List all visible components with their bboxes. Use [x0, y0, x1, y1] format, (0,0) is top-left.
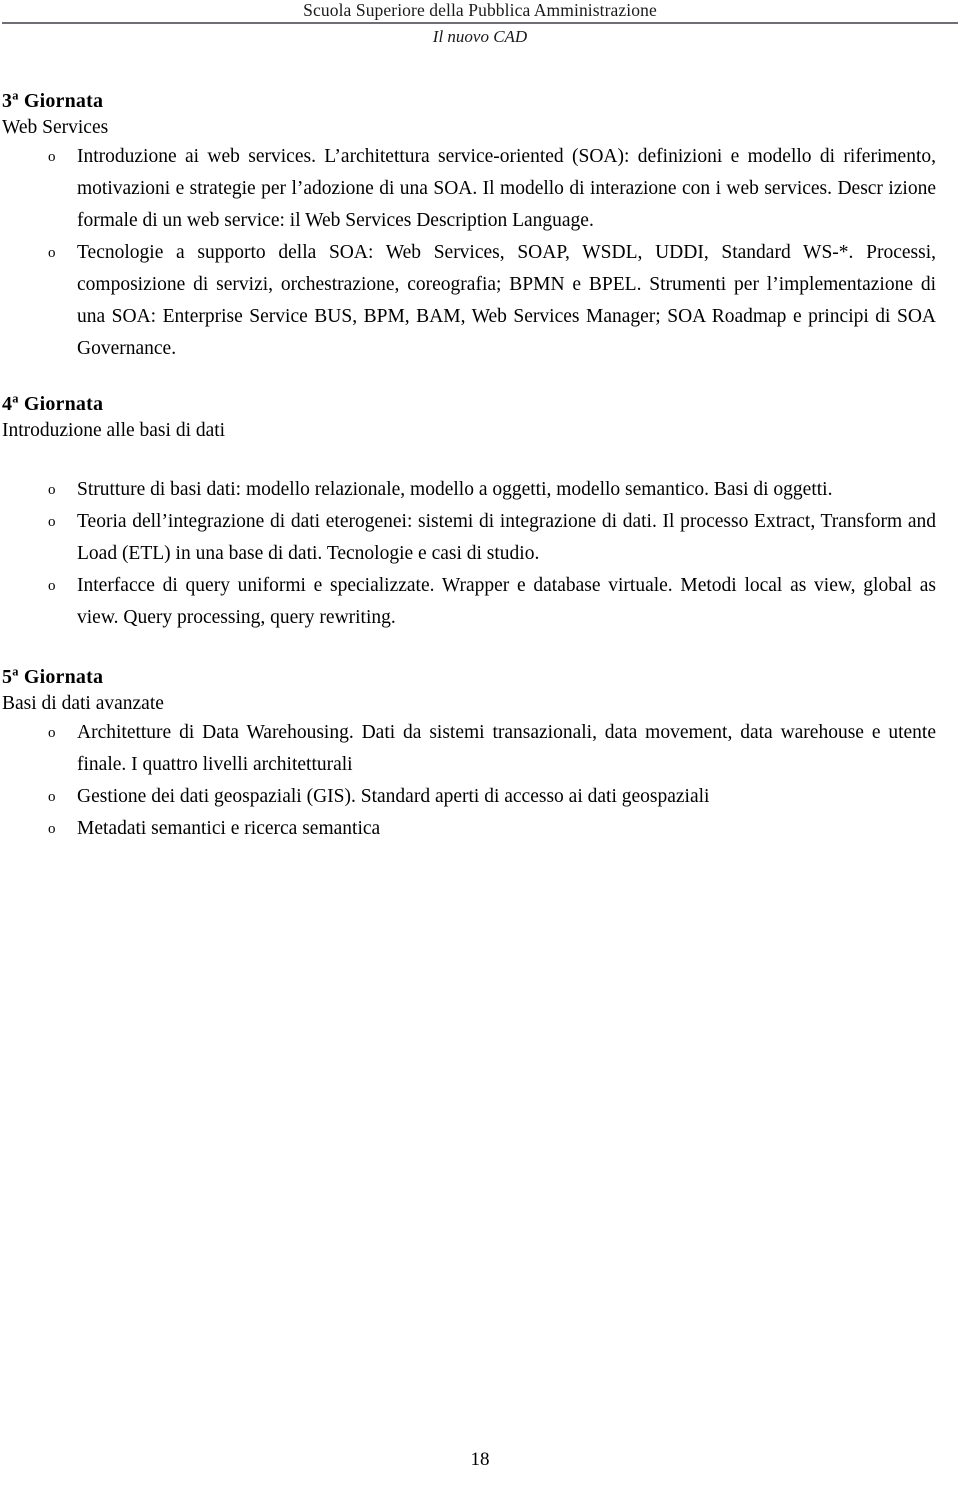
- section-heading: 5a Giornata: [2, 664, 936, 690]
- list-item: o Introduzione ai web services. L’archite…: [2, 141, 936, 237]
- section-giornata-4: 4a Giornata Introduzione alle basi di da…: [2, 391, 936, 634]
- bullet-marker-icon: o: [48, 245, 56, 261]
- section-subtitle: Introduzione alle basi di dati: [2, 420, 226, 441]
- header-document-title: Il nuovo CAD: [432, 27, 528, 46]
- list-item-text: Gestione dei dati geospaziali (GIS). Sta…: [77, 786, 710, 807]
- bullet-marker-icon: o: [48, 482, 56, 498]
- bullet-marker-icon: o: [48, 821, 56, 837]
- section-heading: 3a Giornata: [2, 88, 936, 114]
- list-item-text: Teoria dell’integrazione di dati eteroge…: [77, 511, 936, 564]
- page-number: 18: [470, 1449, 490, 1470]
- list-item: o Teoria dell’integrazione di dati eterog…: [2, 506, 936, 570]
- document-page: Scuola Superiore della Pubblica Amminist…: [0, 0, 960, 1485]
- section-heading-word: Giornata: [23, 666, 104, 688]
- section-heading-word: Giornata: [23, 393, 104, 415]
- list-item: o Interfacce di query uniformi e speciali…: [2, 570, 936, 634]
- list-item-text: Metadati semantici e ricerca semantica: [77, 818, 381, 839]
- list-item-text: Interfacce di query uniformi e specializ…: [77, 575, 936, 628]
- section-bullet-list: o Architetture di Data Warehousing. Dati …: [2, 717, 936, 845]
- section-heading-ordinal: a: [12, 391, 19, 406]
- list-item: o Gestione dei dati geospaziali (GIS). St…: [2, 781, 936, 813]
- section-heading-ordinal: a: [12, 664, 19, 679]
- section-subtitle: Web Services: [2, 117, 109, 138]
- section-heading: 4a Giornata: [2, 391, 936, 417]
- list-item: o Architetture di Data Warehousing. Dati …: [2, 717, 936, 781]
- list-item-text: Tecnologie a supporto della SOA: Web Ser…: [77, 242, 936, 359]
- running-header: Scuola Superiore della Pubblica Amminist…: [0, 0, 960, 48]
- section-heading-number: 3: [2, 90, 13, 112]
- bullet-marker-icon: o: [48, 789, 56, 805]
- list-item-text: Strutture di basi dati: modello relazion…: [77, 479, 833, 500]
- section-heading-ordinal: a: [12, 88, 19, 103]
- section-giornata-3: 3a Giornata Web Services o Introduzione a…: [2, 88, 936, 365]
- bullet-marker-icon: o: [48, 514, 56, 530]
- section-heading-number: 5: [2, 666, 13, 688]
- section-giornata-5: 5a Giornata Basi di dati avanzate o Archi…: [2, 664, 936, 845]
- section-bullet-list: o Introduzione ai web services. L’archite…: [2, 141, 936, 365]
- list-item: o Metadati semantici e ricerca semantica: [2, 813, 936, 845]
- list-item-text: Introduzione ai web services. L’architet…: [77, 146, 936, 231]
- section-bullet-list: o Strutture di basi dati: modello relazio…: [2, 474, 936, 634]
- list-item: o Tecnologie a supporto della SOA: Web Se…: [2, 237, 936, 365]
- section-subtitle: Basi di dati avanzate: [2, 693, 164, 714]
- list-item: o Strutture di basi dati: modello relazio…: [2, 474, 936, 506]
- section-heading-word: Giornata: [23, 90, 104, 112]
- list-item-text: Architetture di Data Warehousing. Dati d…: [77, 722, 936, 775]
- header-divider: [2, 22, 958, 24]
- section-heading-number: 4: [2, 393, 13, 415]
- bullet-marker-icon: o: [48, 578, 56, 594]
- document-body: 3a Giornata Web Services o Introduzione a…: [2, 88, 936, 845]
- bullet-marker-icon: o: [48, 725, 56, 741]
- bullet-marker-icon: o: [48, 149, 56, 165]
- header-institution-name: Scuola Superiore della Pubblica Amminist…: [303, 0, 657, 20]
